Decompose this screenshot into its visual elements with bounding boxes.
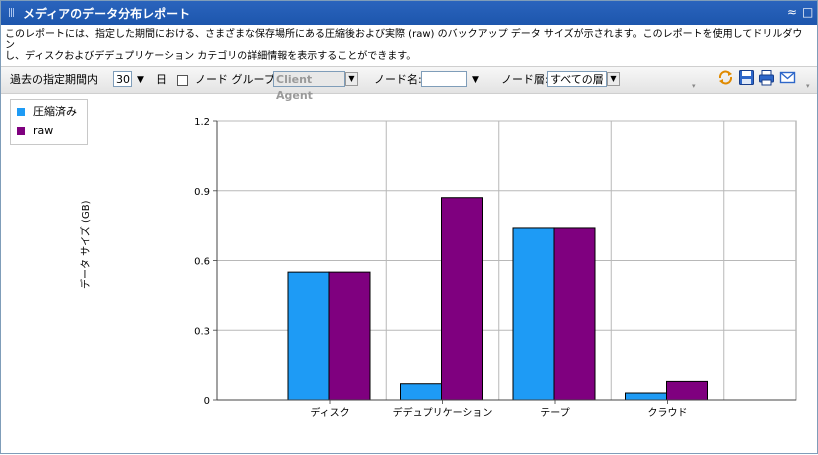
bar-compressed-2 (400, 383, 442, 401)
y-tick-label: 0.9 (194, 187, 210, 198)
y-tick-label: 0 (204, 396, 210, 407)
y-tick-label: 0.6 (194, 257, 210, 268)
bar-chart: 0 0.3 0.6 0.9 1.2 ディスク デデュプリケーション テープ クラウド (194, 117, 797, 419)
x-tick-label: クラウド (648, 407, 688, 419)
report-window: ||| メディアのデータ分布レポート ≈ □ このレポートには、指定した期間にお… (0, 0, 818, 454)
y-tick-label: 1.2 (194, 117, 210, 128)
bar-raw-2 (441, 197, 483, 401)
bar-raw-4 (666, 380, 708, 401)
x-tick-label: テープ (540, 407, 569, 419)
x-tick-label: ディスク (310, 406, 349, 419)
x-tick-label: デデュプリケーション (393, 406, 493, 419)
bar-raw-1 (328, 271, 371, 401)
bar-compressed-3 (512, 227, 555, 401)
bar-compressed-4 (625, 392, 667, 401)
bar-compressed-1 (287, 271, 330, 401)
y-tick-label: 0.3 (194, 326, 210, 337)
bar-raw-3 (553, 227, 596, 401)
